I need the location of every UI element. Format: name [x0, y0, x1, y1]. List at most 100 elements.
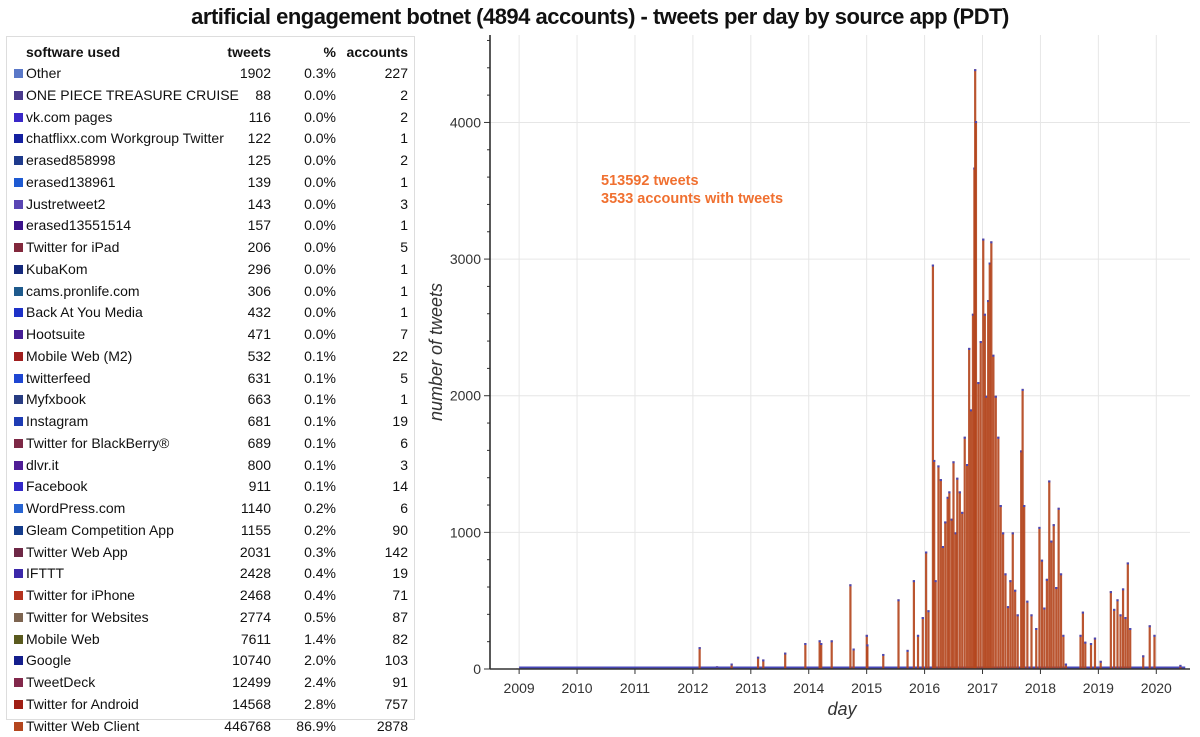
software-name: Mobile Web (M2): [26, 346, 132, 367]
tweet-percent: 0.1%: [304, 455, 336, 476]
bar-top-cap: [925, 551, 927, 553]
bar: [922, 617, 924, 669]
tweet-percent: 2.0%: [304, 650, 336, 671]
color-swatch: [14, 134, 23, 143]
bar-top-cap: [959, 491, 961, 493]
account-count: 91: [392, 672, 408, 693]
color-swatch: [14, 722, 23, 731]
tweet-percent: 0.3%: [304, 542, 336, 563]
bar-top-cap: [956, 478, 958, 480]
bar-top-cap: [1084, 642, 1086, 644]
color-swatch: [14, 308, 23, 317]
bar: [966, 464, 968, 669]
tweet-percent: 0.0%: [304, 281, 336, 302]
tweet-percent: 0.5%: [304, 607, 336, 628]
color-swatch: [14, 265, 23, 274]
color-swatch: [14, 613, 23, 622]
bar: [1060, 573, 1062, 669]
bar-top-cap: [1030, 614, 1032, 616]
software-name: chatflixx.com Workgroup Twitter: [26, 128, 224, 149]
bar-top-cap: [784, 653, 786, 655]
tweet-percent: 0.0%: [304, 85, 336, 106]
software-name: Myfxbook: [26, 389, 86, 410]
bar: [1124, 617, 1126, 669]
bar-top-cap: [1050, 541, 1052, 543]
account-count: 19: [392, 411, 408, 432]
bar-top-cap: [1000, 505, 1002, 507]
tweet-percent: 0.0%: [304, 128, 336, 149]
bar: [866, 644, 868, 669]
bar: [995, 396, 997, 669]
color-swatch: [14, 113, 23, 122]
y-tick-label: 2000: [450, 388, 481, 404]
header-tweets: tweets: [227, 42, 271, 63]
account-count: 1: [400, 215, 408, 236]
bar-top-cap: [820, 643, 822, 645]
x-tick-label: 2011: [620, 680, 650, 696]
bar-top-cap: [1012, 532, 1014, 534]
bar: [1043, 608, 1045, 669]
x-tick-label: 2019: [1083, 680, 1114, 696]
bar-top-cap: [932, 265, 934, 267]
legend-row: Gleam Competition App11550.2%90: [7, 520, 416, 541]
y-tick-label: 4000: [450, 114, 481, 130]
bar: [1142, 655, 1144, 669]
bar: [1002, 532, 1004, 669]
bar: [1110, 591, 1112, 669]
bar: [937, 465, 939, 669]
bar-top-cap: [980, 341, 982, 343]
bar-top-cap: [1122, 588, 1124, 590]
bar: [917, 635, 919, 669]
tweet-percent: 0.1%: [304, 389, 336, 410]
color-swatch: [14, 678, 23, 687]
account-count: 3: [400, 194, 408, 215]
y-tick-label: 3000: [450, 251, 481, 267]
legend-row: Justretweet21430.0%3: [7, 194, 416, 215]
x-tick-label: 2009: [504, 680, 535, 696]
bar: [1079, 635, 1081, 669]
software-name: KubaKom: [26, 259, 87, 280]
bar-top-cap: [731, 664, 733, 666]
bar: [992, 355, 994, 669]
tweets-per-day-chart: 2009201020112012201320142015201620172018…: [420, 35, 1200, 728]
software-name: Twitter for iPhone: [26, 585, 135, 606]
bar: [942, 546, 944, 669]
legend-table: software used tweets % accounts Other190…: [6, 36, 415, 720]
account-count: 22: [392, 346, 408, 367]
bar-top-cap: [937, 465, 939, 467]
bar-top-cap: [942, 546, 944, 548]
bar-top-cap: [974, 69, 976, 71]
account-count: 14: [392, 476, 408, 497]
legend-row: dlvr.it8000.1%3: [7, 455, 416, 476]
account-count: 2: [400, 150, 408, 171]
x-tick-label: 2010: [561, 680, 592, 696]
bar: [1023, 505, 1025, 669]
x-tick-label: 2013: [735, 680, 766, 696]
tweet-percent: 0.0%: [304, 237, 336, 258]
header-software: software used: [26, 42, 120, 63]
bar-top-cap: [1026, 601, 1028, 603]
tweet-count: 88: [255, 85, 271, 106]
tweet-percent: 0.1%: [304, 346, 336, 367]
bar-top-cap: [917, 635, 919, 637]
color-swatch: [14, 504, 23, 513]
tweet-count: 125: [248, 150, 271, 171]
account-count: 142: [385, 542, 408, 563]
bar: [997, 437, 999, 669]
chart-title: artificial engagement botnet (4894 accou…: [0, 4, 1200, 30]
bar: [1046, 579, 1048, 669]
bar: [1041, 560, 1043, 669]
bar-top-cap: [1153, 635, 1155, 637]
account-count: 5: [400, 237, 408, 258]
software-name: Justretweet2: [26, 194, 105, 215]
color-swatch: [14, 243, 23, 252]
tweet-percent: 0.4%: [304, 585, 336, 606]
x-tick-label: 2012: [677, 680, 708, 696]
x-tick-label: 2020: [1141, 680, 1172, 696]
legend-row: Hootsuite4710.0%7: [7, 324, 416, 345]
bar-top-cap: [982, 239, 984, 241]
tweet-count: 296: [248, 259, 271, 280]
software-name: erased13551514: [26, 215, 131, 236]
software-name: vk.com pages: [26, 107, 112, 128]
color-swatch: [14, 330, 23, 339]
